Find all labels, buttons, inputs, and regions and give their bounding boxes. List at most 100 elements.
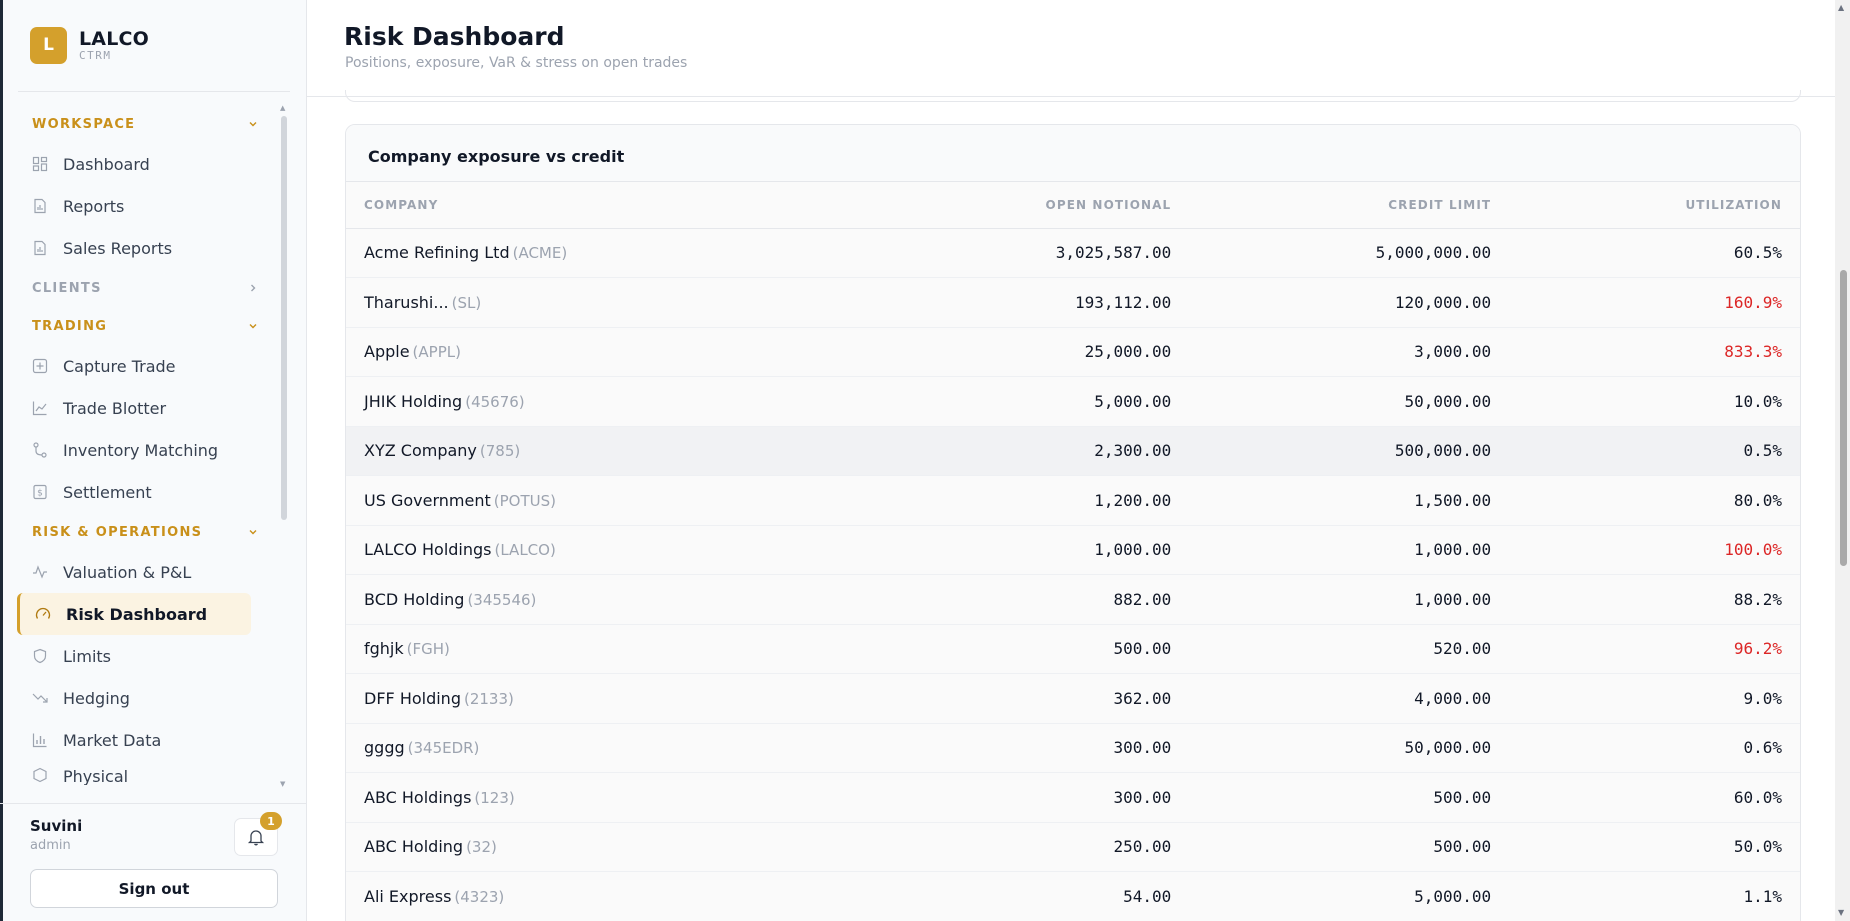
column-header-utilization[interactable]: UTILIZATION [1509, 182, 1800, 229]
git-merge-icon [32, 442, 48, 458]
company-name: fghjk [364, 639, 404, 659]
open-notional-cell: 193,112.00 [869, 277, 1190, 328]
scroll-up-arrow[interactable]: ▲ [1838, 3, 1844, 12]
sidebar-item-trade-blotter[interactable]: Trade Blotter [0, 387, 280, 429]
activity-icon [32, 564, 48, 580]
sidebar-item-reports[interactable]: Reports [0, 185, 280, 227]
credit-limit-cell: 4,000.00 [1189, 673, 1510, 724]
credit-limit-cell: 50,000.00 [1189, 376, 1510, 427]
sidebar-item-label: Hedging [63, 688, 130, 708]
table-row[interactable]: ABC Holding (32) 250.00 500.00 50.0% [346, 822, 1800, 872]
table-row[interactable]: JHIK Holding (45676) 5,000.00 50,000.00 10.0… [346, 376, 1800, 427]
utilization-cell: 80.0% [1509, 475, 1800, 526]
sidebar-item-inventory-matching[interactable]: Inventory Matching [0, 429, 280, 471]
column-header-company[interactable]: COMPANY [346, 182, 870, 229]
brand[interactable]: L LALCO CTRM [30, 26, 149, 64]
company-code: (FGH) [406, 640, 450, 659]
credit-limit-cell: 520.00 [1189, 624, 1510, 674]
sidebar-item-valuation-pnl[interactable]: Valuation & P&L [0, 551, 280, 593]
sidebar-item-risk-dashboard[interactable]: Risk Dashboard [17, 593, 251, 635]
chevron-down-icon [249, 122, 257, 127]
credit-limit-cell: 500.00 [1189, 822, 1510, 872]
company-code: (4323) [454, 887, 505, 906]
sidebar-item-capture-trade[interactable]: Capture Trade [0, 345, 280, 387]
table-row[interactable]: LALCO Holdings (LALCO) 1,000.00 1,000.00 100… [346, 525, 1800, 575]
sidebar-scrollbar[interactable] [281, 116, 287, 520]
brand-name: LALCO [79, 27, 150, 50]
column-header-open-notional[interactable]: OPEN NOTIONAL [869, 182, 1190, 229]
table-row[interactable]: gggg (345EDR) 300.00 50,000.00 0.6% [346, 723, 1800, 773]
sidebar-item-settlement[interactable]: $ Settlement [0, 471, 280, 513]
sidebar-item-physical[interactable]: Physical [0, 761, 280, 785]
company-code: (POTUS) [493, 491, 556, 510]
nav-section-trading[interactable]: TRADING [0, 307, 280, 345]
open-notional-cell: 882.00 [869, 574, 1190, 625]
company-code: (785) [479, 442, 521, 461]
table-row[interactable]: ABC Holdings (123) 300.00 500.00 60.0% [346, 772, 1800, 823]
bell-icon [247, 830, 265, 846]
company-name: US Government [364, 490, 491, 510]
company-cell: Acme Refining Ltd (ACME) [346, 228, 870, 278]
package-icon [32, 767, 48, 783]
table-row[interactable]: DFF Holding (2133) 362.00 4,000.00 9.0% [346, 673, 1800, 724]
credit-limit-cell: 3,000.00 [1189, 327, 1510, 377]
company-cell: fghjk (FGH) [346, 624, 870, 674]
company-name: LALCO Holdings [364, 540, 492, 560]
company-name: Acme Refining Ltd [364, 243, 510, 263]
table-row[interactable]: XYZ Company (785) 2,300.00 500,000.00 0.5% [346, 426, 1800, 476]
utilization-cell: 1.1% [1509, 871, 1800, 921]
company-cell: Ali Express (4323) [346, 871, 870, 921]
sidebar-item-hedging[interactable]: Hedging [0, 677, 280, 719]
company-exposure-card: Company exposure vs credit COMPANY OPEN … [345, 124, 1801, 921]
previous-card [345, 90, 1801, 102]
table-row[interactable]: US Government (POTUS) 1,200.00 1,500.00 80.0… [346, 475, 1800, 526]
company-code: (2133) [463, 689, 514, 708]
sidebar: L LALCO CTRM WORKSPACE Dashboard Reports… [0, 0, 307, 921]
company-cell: BCD Holding (345546) [346, 574, 870, 625]
table-row[interactable]: Tharushi... (SL) 193,112.00 120,000.00 160.9… [346, 277, 1800, 328]
table-row[interactable]: Ali Express (4323) 54.00 5,000.00 1.1% [346, 871, 1800, 921]
chevron-down-icon [249, 530, 257, 535]
grid-icon [32, 156, 48, 172]
company-name: DFF Holding [364, 688, 461, 708]
user-name: Suvini [30, 817, 83, 835]
nav-section-clients[interactable]: CLIENTS [0, 269, 280, 307]
notification-badge: 1 [260, 812, 282, 830]
open-notional-cell: 2,300.00 [869, 426, 1190, 476]
chevron-down-icon [249, 324, 257, 329]
sidebar-item-sales-reports[interactable]: Sales Reports [0, 227, 280, 269]
sidebar-item-dashboard[interactable]: Dashboard [0, 143, 280, 185]
utilization-cell: 60.5% [1509, 228, 1800, 278]
open-notional-cell: 1,200.00 [869, 475, 1190, 526]
sidebar-item-limits[interactable]: Limits [0, 635, 280, 677]
nav-section-workspace[interactable]: WORKSPACE [0, 105, 280, 143]
brand-logo: L [30, 26, 67, 64]
utilization-cell: 88.2% [1509, 574, 1800, 625]
bar-chart-icon [32, 732, 48, 748]
main-scrollbar[interactable] [1840, 270, 1847, 566]
credit-limit-cell: 500,000.00 [1189, 426, 1510, 476]
utilization-cell: 0.5% [1509, 426, 1800, 476]
table-row[interactable]: BCD Holding (345546) 882.00 1,000.00 88.2% [346, 574, 1800, 625]
credit-limit-cell: 120,000.00 [1189, 277, 1510, 328]
table-row[interactable]: Acme Refining Ltd (ACME) 3,025,587.00 5,000… [346, 228, 1800, 278]
company-cell: ABC Holding (32) [346, 822, 870, 872]
scroll-down-arrow[interactable]: ▼ [280, 780, 285, 788]
sidebar-item-market-data[interactable]: Market Data [0, 719, 280, 761]
open-notional-cell: 300.00 [869, 772, 1190, 823]
credit-limit-cell: 50,000.00 [1189, 723, 1510, 773]
card-title: Company exposure vs credit [346, 125, 1800, 182]
utilization-cell: 100.0% [1509, 525, 1800, 575]
table-row[interactable]: fghjk (FGH) 500.00 520.00 96.2% [346, 624, 1800, 674]
nav-section-risk-operations[interactable]: RISK & OPERATIONS [0, 513, 280, 551]
scroll-down-arrow[interactable]: ▼ [1838, 908, 1844, 917]
open-notional-cell: 250.00 [869, 822, 1190, 872]
table-row[interactable]: Apple (APPL) 25,000.00 3,000.00 833.3% [346, 327, 1800, 377]
chevron-right-icon [251, 284, 256, 292]
dollar-receipt-icon: $ [32, 484, 48, 500]
report-icon [32, 198, 48, 214]
scroll-up-arrow[interactable]: ▲ [280, 104, 285, 112]
sidebar-item-label: Inventory Matching [63, 440, 219, 460]
sign-out-button[interactable]: Sign out [30, 869, 278, 908]
column-header-credit-limit[interactable]: CREDIT LIMIT [1189, 182, 1510, 229]
